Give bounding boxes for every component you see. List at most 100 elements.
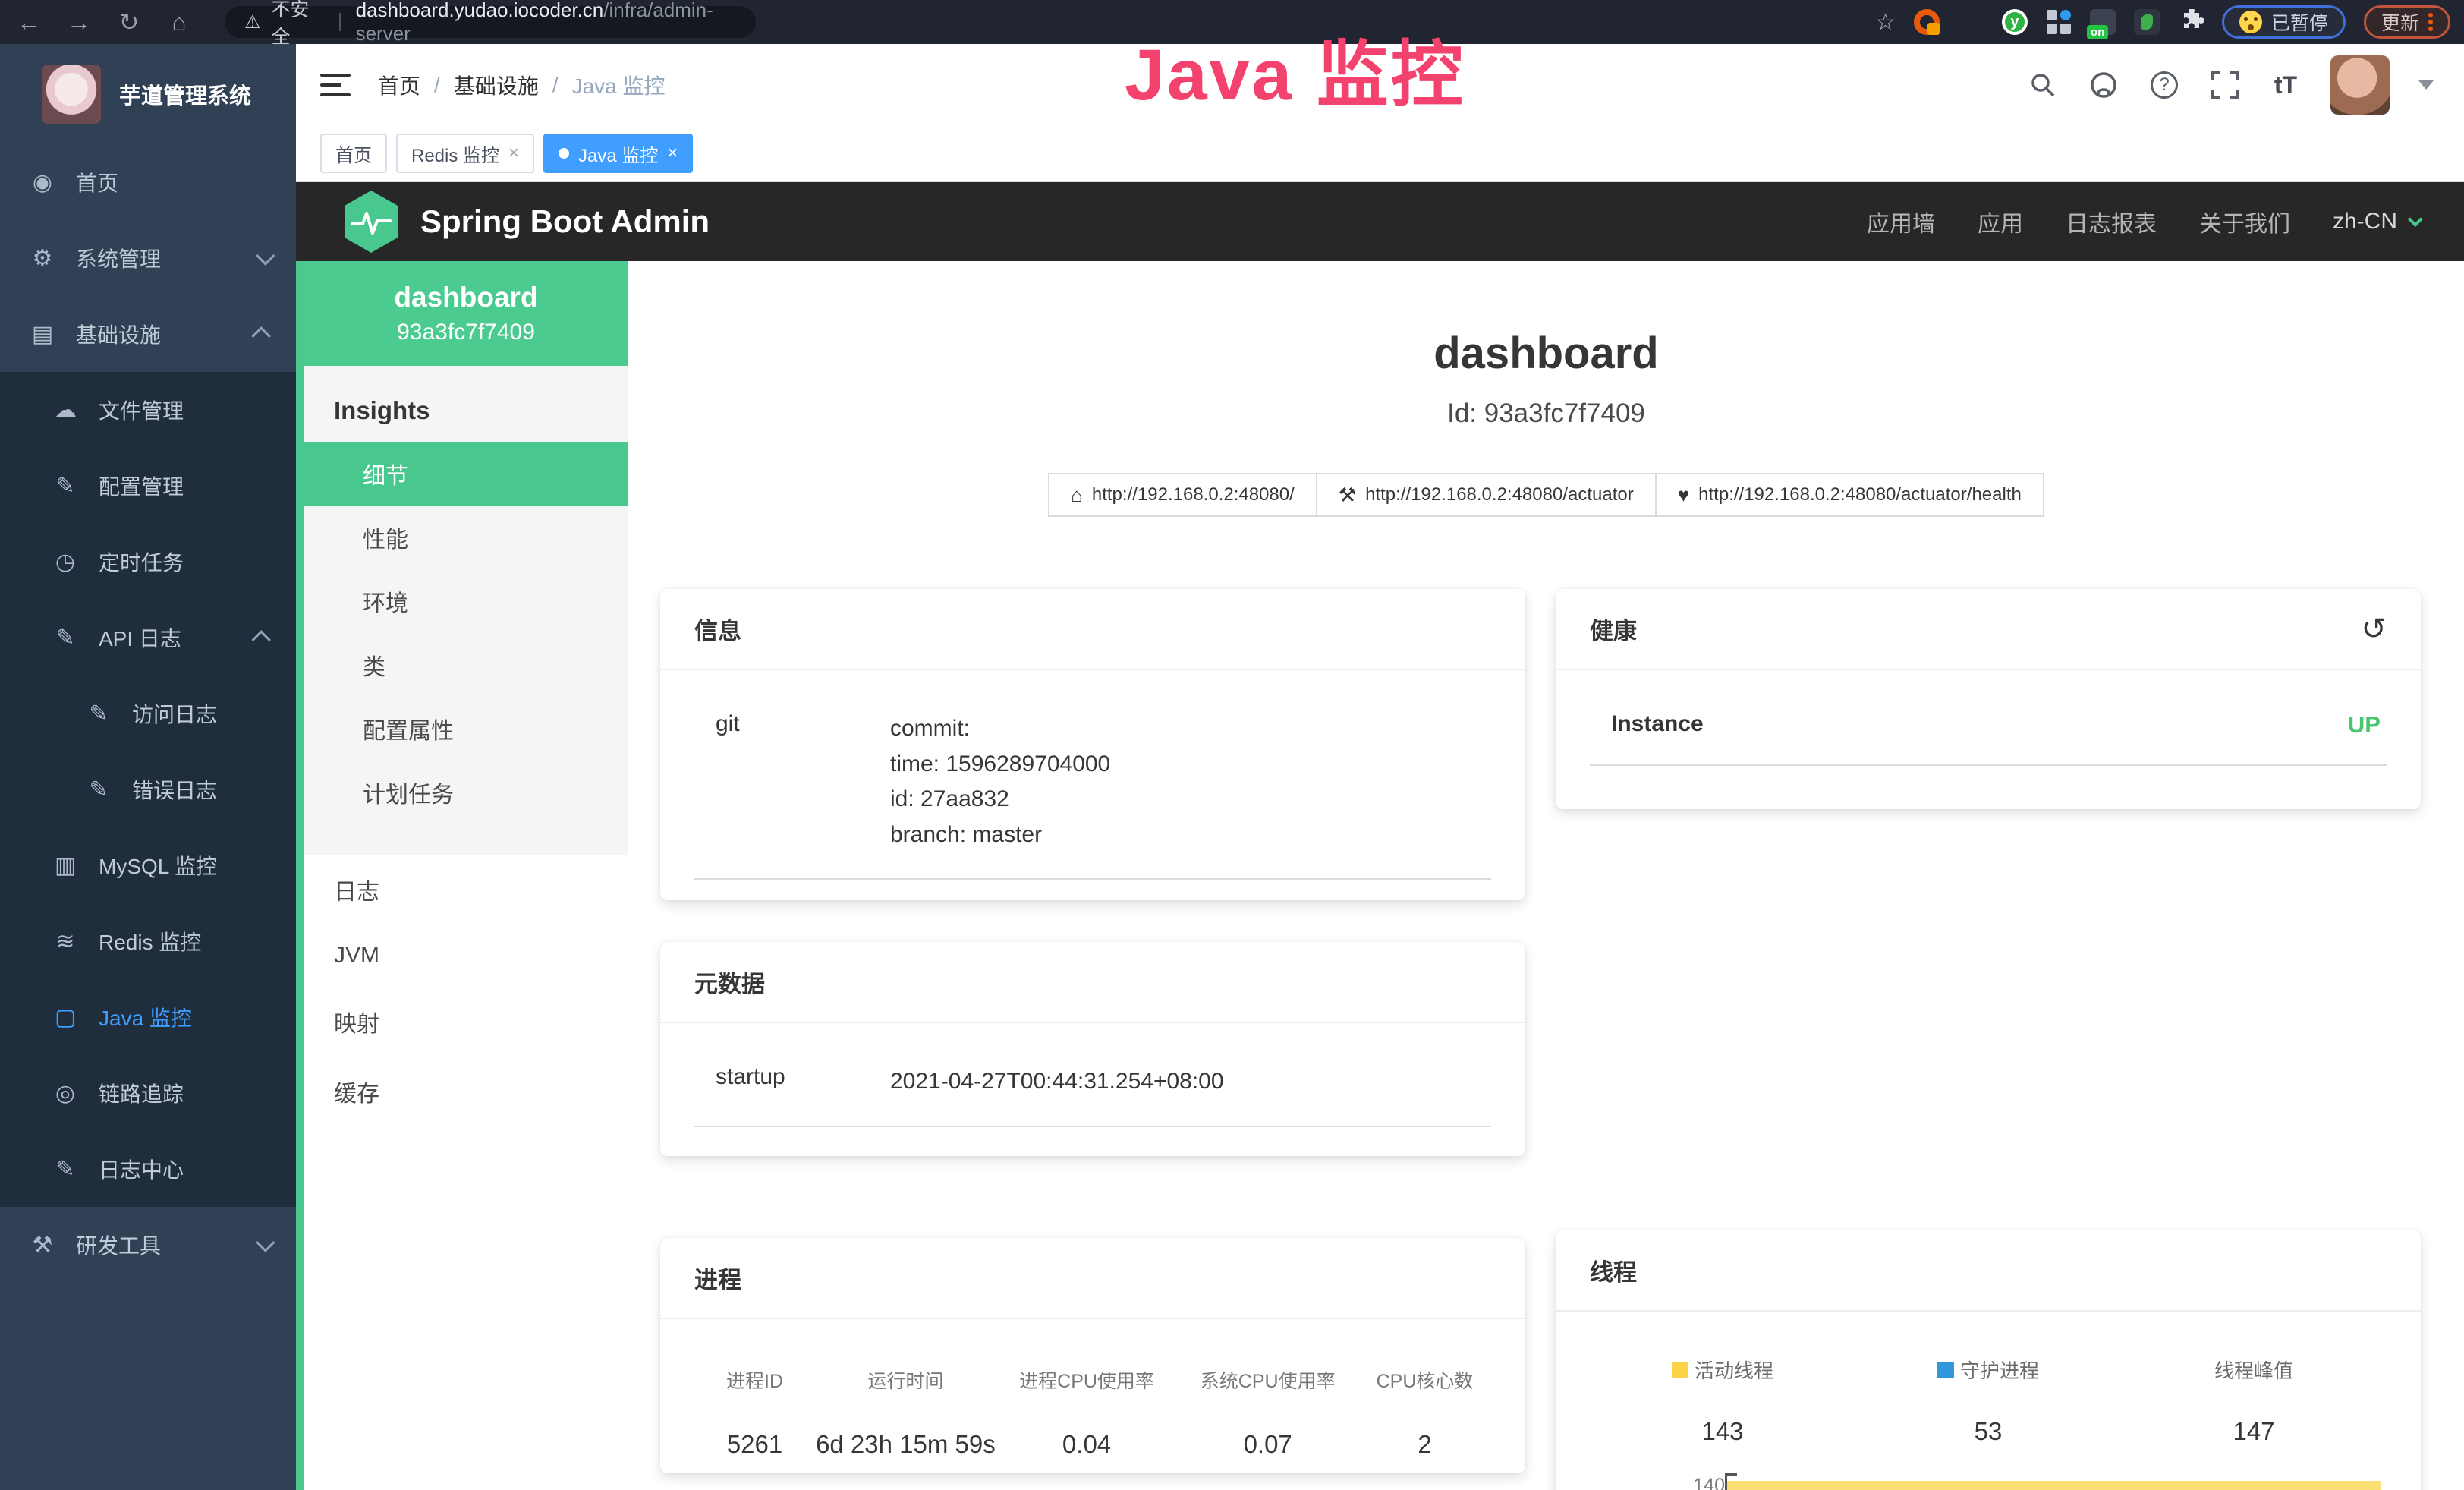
infrastructure-icon: ▤: [29, 321, 56, 348]
breadcrumb-infrastructure[interactable]: 基础设施: [454, 70, 539, 100]
search-icon[interactable]: [2027, 69, 2059, 101]
sidebar-item-config-mgmt[interactable]: ✎配置管理: [0, 448, 296, 524]
process-header-system-cpu: 系统CPU使用率: [1177, 1366, 1358, 1394]
error-log-icon: ✎: [85, 777, 112, 803]
process-value-pid: 5261: [694, 1430, 815, 1459]
chevron-up-icon: [251, 630, 270, 649]
font-size-icon[interactable]: tT: [2270, 69, 2302, 101]
fullscreen-icon[interactable]: [2209, 69, 2241, 101]
screen: ← → ↻ ⌂ ⚠ 不安全 dashboard.yudao.iocoder.cn…: [0, 0, 2464, 1490]
caret-down-icon[interactable]: [2418, 80, 2434, 90]
collapse-sidebar-icon[interactable]: [320, 72, 351, 98]
extension-leaf-icon[interactable]: [2134, 9, 2160, 35]
warning-icon: ⚠: [244, 11, 261, 33]
live-threads-swatch: [1672, 1362, 1688, 1378]
sba-item-jvm[interactable]: JVM: [304, 925, 628, 987]
process-value-process-cpu: 0.04: [996, 1430, 1178, 1459]
sba-item-classes[interactable]: 类: [304, 633, 628, 697]
extensions-puzzle-icon[interactable]: [2178, 9, 2204, 35]
extension-y-icon[interactable]: [2002, 9, 2028, 35]
sba-nav-about[interactable]: 关于我们: [2199, 205, 2290, 238]
sidebar-item-java-monitor[interactable]: ▢Java 监控: [0, 979, 296, 1055]
health-link[interactable]: ♥http://192.168.0.2:48080/actuator/healt…: [1655, 473, 2044, 517]
paused-label: 已暂停: [2271, 8, 2328, 36]
sba-brand[interactable]: Spring Boot Admin: [341, 189, 710, 254]
devtools-icon: ⚒: [29, 1232, 56, 1258]
wrench-icon: ⚒: [1339, 484, 1356, 507]
sba-item-caches[interactable]: 缓存: [304, 1057, 628, 1126]
sidebar-item-log-center[interactable]: ✎日志中心: [0, 1131, 296, 1207]
instance-header[interactable]: dashboard 93a3fc7f7409: [304, 261, 628, 366]
sidebar-item-file-mgmt[interactable]: ☁文件管理: [0, 372, 296, 448]
sba-nav-applications[interactable]: 应用: [1978, 205, 2023, 238]
reload-icon[interactable]: ↻: [114, 8, 144, 36]
locale-select[interactable]: zh-CN: [2333, 209, 2418, 235]
sba-item-config-props[interactable]: 配置属性: [304, 697, 628, 761]
extension-orange-icon[interactable]: [1914, 9, 1940, 35]
process-card-title: 进程: [694, 1261, 741, 1295]
kebab-menu-icon[interactable]: [2428, 11, 2433, 33]
extension-switch-icon[interactable]: on: [2090, 9, 2116, 35]
tab-java-monitor[interactable]: Java 监控×: [543, 134, 693, 173]
sidebar-item-redis-monitor[interactable]: ≋Redis 监控: [0, 903, 296, 979]
instance-home-link[interactable]: ⌂http://192.168.0.2:48080/: [1048, 473, 1317, 517]
metadata-row-startup: startup 2021-04-27T00:44:31.254+08:00: [694, 1060, 1491, 1127]
sidebar-item-system-mgmt[interactable]: ⚙系统管理: [0, 220, 296, 296]
process-value-system-cpu: 0.07: [1177, 1430, 1358, 1459]
sba-item-metrics[interactable]: 性能: [304, 506, 628, 569]
github-icon[interactable]: [2088, 69, 2119, 101]
sba-item-details[interactable]: 细节: [304, 442, 628, 506]
info-card: 信息 git commit: time: 1596289704000 id: 2…: [660, 589, 1525, 900]
sidebar-item-access-logs[interactable]: ✎访问日志: [0, 676, 296, 751]
update-button[interactable]: 更新: [2364, 5, 2450, 39]
sba-nav-journal[interactable]: 日志报表: [2066, 205, 2157, 238]
sidebar-item-infrastructure[interactable]: ▤基础设施: [0, 296, 296, 372]
sidebar-item-tracing[interactable]: ◎链路追踪: [0, 1055, 296, 1131]
live-threads-area: [1727, 1481, 2381, 1490]
extension-pin-icon[interactable]: [1958, 9, 1984, 35]
history-icon[interactable]: ↺: [2361, 614, 2387, 644]
sidebar-item-dev-tools[interactable]: ⚒研发工具: [0, 1207, 296, 1283]
address-bar[interactable]: ⚠ 不安全 dashboard.yudao.iocoder.cn/infra/a…: [225, 6, 756, 38]
sidebar-item-error-logs[interactable]: ✎错误日志: [0, 751, 296, 827]
breadcrumb-current: Java 监控: [572, 70, 666, 100]
sba-item-scheduled-tasks[interactable]: 计划任务: [304, 761, 628, 824]
y-tick-140: 140: [1666, 1475, 1725, 1490]
help-icon[interactable]: ?: [2148, 69, 2180, 101]
live-threads-label: 活动线程: [1695, 1356, 1773, 1384]
browser-home-icon[interactable]: ⌂: [164, 8, 194, 36]
forward-icon[interactable]: →: [64, 8, 94, 36]
health-row-instance[interactable]: Instance UP: [1590, 707, 2387, 766]
access-log-icon: ✎: [85, 701, 112, 727]
sidebar-item-scheduled-tasks[interactable]: ◷定时任务: [0, 524, 296, 600]
sba-item-mappings[interactable]: 映射: [304, 987, 628, 1057]
tab-home[interactable]: 首页: [320, 134, 387, 173]
sidebar-item-api-logs[interactable]: ✎API 日志: [0, 600, 296, 676]
tab-redis-monitor[interactable]: Redis 监控×: [396, 134, 534, 173]
sidebar-item-mysql-monitor[interactable]: ▥MySQL 监控: [0, 827, 296, 903]
metadata-card-title: 元数据: [694, 965, 765, 999]
app-logo-row[interactable]: 芋道管理系统: [0, 44, 296, 144]
log-center-icon: ✎: [52, 1156, 79, 1183]
close-icon[interactable]: ×: [667, 143, 678, 164]
actuator-link[interactable]: ⚒http://192.168.0.2:48080/actuator: [1316, 473, 1657, 517]
chevron-down-icon: [2408, 212, 2423, 227]
url-divider: [339, 13, 341, 31]
back-icon[interactable]: ←: [14, 8, 44, 36]
spring-boot-admin-frame: Spring Boot Admin 应用墙 应用 日志报表 关于我们 zh-CN: [296, 182, 2464, 1490]
sba-item-logs[interactable]: 日志: [304, 855, 628, 925]
process-value-cpus: 2: [1358, 1430, 1491, 1459]
paused-badge[interactable]: 已暂停: [2222, 5, 2346, 39]
breadcrumb-home[interactable]: 首页: [378, 70, 420, 100]
on-badge: on: [2087, 25, 2108, 39]
sba-item-environment[interactable]: 环境: [304, 569, 628, 633]
close-icon[interactable]: ×: [508, 143, 519, 164]
bookmark-star-icon[interactable]: ☆: [1875, 9, 1896, 36]
info-card-title: 信息: [694, 612, 741, 646]
user-avatar[interactable]: [2330, 55, 2390, 115]
security-label[interactable]: 不安全: [272, 0, 324, 49]
sidebar-item-home[interactable]: ◉首页: [0, 144, 296, 220]
sidebar: 芋道管理系统 ◉首页 ⚙系统管理 ▤基础设施 ☁文件管理 ✎配置管理 ◷定时任务…: [0, 44, 296, 1490]
extension-grid-icon[interactable]: [2046, 9, 2072, 35]
sba-nav-wallboard[interactable]: 应用墙: [1867, 205, 1935, 238]
